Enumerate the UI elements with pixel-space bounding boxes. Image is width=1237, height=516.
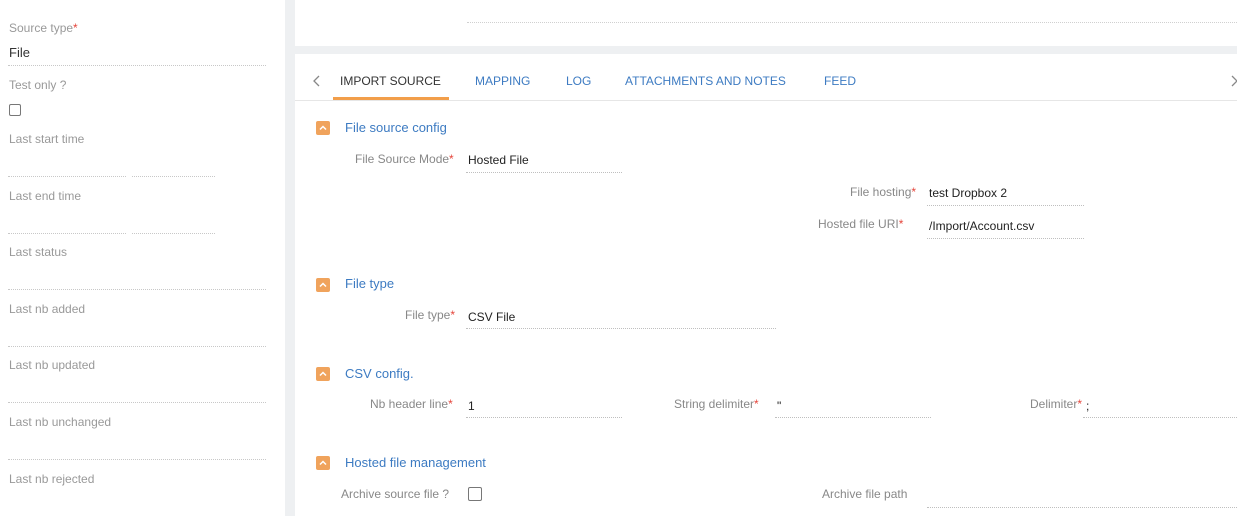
last-end-time-label: Last end time xyxy=(9,189,82,203)
collapse-csv-config[interactable] xyxy=(316,367,330,381)
source-type-label: Source type* xyxy=(9,21,78,35)
last-nb-updated-label: Last nb updated xyxy=(9,358,96,372)
nb-header-line-underline xyxy=(466,417,622,418)
test-only-checkbox[interactable] xyxy=(9,104,21,116)
nb-header-line-label: Nb header line* xyxy=(370,397,453,411)
panel-divider xyxy=(285,0,295,516)
string-delimiter-underline xyxy=(775,417,931,418)
tab-log[interactable]: LOG xyxy=(566,74,591,88)
delimiter-underline xyxy=(1083,417,1237,418)
hosted-file-uri-label: Hosted file URI* xyxy=(818,217,904,231)
panel-gap xyxy=(295,46,1237,54)
chevron-up-icon xyxy=(319,460,327,466)
chevron-left-icon[interactable] xyxy=(311,73,323,89)
tabs-baseline xyxy=(295,100,1237,101)
last-nb-unchanged-label: Last nb unchanged xyxy=(9,415,112,429)
test-only-label: Test only ? xyxy=(9,78,67,92)
tab-import-source[interactable]: IMPORT SOURCE xyxy=(340,74,441,88)
tab-attachments-and-notes[interactable]: ATTACHMENTS AND NOTES xyxy=(625,74,786,88)
source-type-underline xyxy=(8,65,266,66)
left-panel: Source type* File Test only ? Last start… xyxy=(0,0,285,516)
last-nb-added-label: Last nb added xyxy=(9,302,86,316)
delimiter-value[interactable]: ; xyxy=(1086,399,1089,413)
last-nb-unchanged-field xyxy=(8,459,266,460)
last-nb-updated-field xyxy=(8,402,266,403)
file-type-underline xyxy=(466,328,776,329)
last-status-field xyxy=(8,289,266,290)
source-type-value[interactable]: File xyxy=(9,45,30,60)
chevron-right-icon[interactable] xyxy=(1228,73,1237,89)
string-delimiter-value[interactable]: " xyxy=(777,399,781,413)
section-title-file-type: File type xyxy=(345,276,395,291)
last-nb-added-field xyxy=(8,346,266,347)
last-end-date-field xyxy=(8,233,126,234)
file-hosting-label: File hosting* xyxy=(850,185,917,199)
file-type-value[interactable]: CSV File xyxy=(468,310,515,324)
file-type-label: File type* xyxy=(405,308,456,322)
archive-source-file-checkbox[interactable] xyxy=(468,487,482,501)
last-status-label: Last status xyxy=(9,245,68,259)
hosted-file-uri-underline xyxy=(927,238,1084,239)
chevron-up-icon xyxy=(319,282,327,288)
section-title-hosted-file-management: Hosted file management xyxy=(345,455,486,470)
delimiter-label: Delimiter* xyxy=(1030,397,1083,411)
last-nb-rejected-label: Last nb rejected xyxy=(9,472,95,486)
archive-file-path-label: Archive file path xyxy=(822,487,908,501)
file-hosting-underline xyxy=(927,205,1084,206)
collapse-file-type[interactable] xyxy=(316,278,330,292)
file-hosting-value[interactable]: test Dropbox 2 xyxy=(929,186,1007,200)
last-end-time-field xyxy=(132,233,215,234)
collapse-file-source-config[interactable] xyxy=(316,121,330,135)
tab-feed[interactable]: FEED xyxy=(824,74,856,88)
right-top-panel xyxy=(295,0,1237,46)
section-title-file-source-config: File source config xyxy=(345,120,447,135)
active-tab-indicator xyxy=(333,97,449,100)
last-start-time-label: Last start time xyxy=(9,132,85,146)
string-delimiter-label: String delimiter* xyxy=(674,397,759,411)
file-source-mode-value[interactable]: Hosted File xyxy=(468,153,529,167)
last-start-time-field xyxy=(132,176,215,177)
file-source-mode-label: File Source Mode* xyxy=(355,152,454,166)
last-start-date-field xyxy=(8,176,126,177)
file-source-mode-underline xyxy=(466,172,622,173)
chevron-up-icon xyxy=(319,125,327,131)
collapse-hosted-file-management[interactable] xyxy=(316,456,330,470)
nb-header-line-value[interactable]: 1 xyxy=(468,399,475,413)
archive-source-file-label: Archive source file ? xyxy=(341,487,450,501)
archive-file-path-underline xyxy=(927,507,1237,508)
hosted-file-uri-value[interactable]: /Import/Account.csv xyxy=(929,219,1034,233)
section-title-csv-config: CSV config. xyxy=(345,366,414,381)
chevron-up-icon xyxy=(319,371,327,377)
top-field-underline xyxy=(467,22,1237,23)
tab-mapping[interactable]: MAPPING xyxy=(475,74,530,88)
